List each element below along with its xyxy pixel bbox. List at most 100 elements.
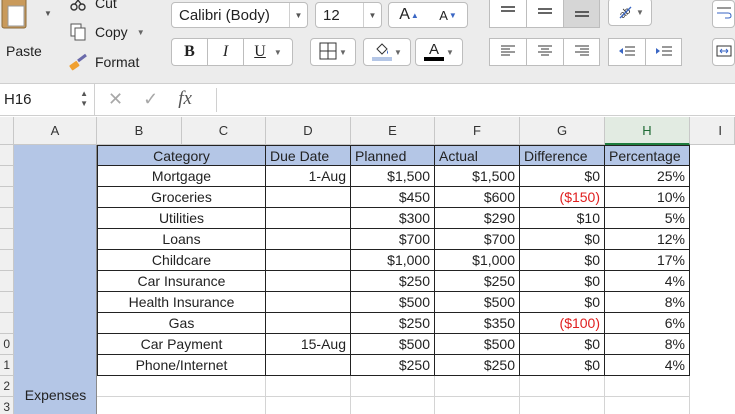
percentage-cell[interactable]: 5% [605, 208, 690, 229]
percentage-cell[interactable]: 4% [605, 355, 690, 376]
header-actual[interactable]: Actual [435, 145, 520, 166]
difference-cell[interactable]: $0 [520, 355, 605, 376]
row-header[interactable] [0, 145, 14, 166]
due-date-cell[interactable]: 1-Aug [266, 166, 351, 187]
difference-cell[interactable]: $0 [520, 250, 605, 271]
due-date-cell[interactable] [266, 271, 351, 292]
empty-cell[interactable] [351, 376, 435, 397]
due-date-cell[interactable] [266, 208, 351, 229]
actual-cell[interactable]: $250 [435, 271, 520, 292]
planned-cell[interactable]: $250 [351, 313, 435, 334]
format-painter-button[interactable]: Format [68, 53, 139, 71]
actual-cell[interactable]: $700 [435, 229, 520, 250]
paste-clipboard-icon[interactable] [0, 0, 30, 36]
italic-button[interactable]: I [207, 38, 243, 66]
decrease-indent-button[interactable] [608, 38, 645, 66]
select-all-corner[interactable] [0, 117, 14, 145]
bold-button[interactable]: B [171, 38, 207, 66]
planned-cell[interactable]: $300 [351, 208, 435, 229]
percentage-cell[interactable]: 6% [605, 313, 690, 334]
category-cell[interactable]: Health Insurance [97, 292, 266, 313]
difference-cell[interactable]: ($150) [520, 187, 605, 208]
column-header-e[interactable]: E [351, 117, 435, 145]
copy-chevron-icon[interactable]: ▼ [137, 28, 145, 37]
planned-cell[interactable]: $250 [351, 355, 435, 376]
font-color-button[interactable]: A ▼ [415, 38, 463, 66]
copy-button[interactable]: Copy ▼ [68, 23, 145, 41]
planned-cell[interactable]: $700 [351, 229, 435, 250]
row-header[interactable] [0, 208, 14, 229]
increase-indent-button[interactable] [645, 38, 682, 66]
due-date-cell[interactable] [266, 292, 351, 313]
category-cell[interactable]: Car Payment [97, 334, 266, 355]
empty-cell[interactable] [435, 397, 520, 414]
row-header[interactable] [0, 250, 14, 271]
due-date-cell[interactable] [266, 250, 351, 271]
orientation-chevron-icon[interactable]: ▼ [636, 8, 644, 17]
column-header-d[interactable]: D [266, 117, 351, 145]
row-header[interactable] [0, 229, 14, 250]
difference-cell[interactable]: $0 [520, 292, 605, 313]
align-bottom-button[interactable] [563, 0, 600, 28]
planned-cell[interactable]: $1,000 [351, 250, 435, 271]
percentage-cell[interactable]: 8% [605, 292, 690, 313]
empty-cell[interactable] [351, 397, 435, 414]
underline-button[interactable]: U ▼ [243, 38, 293, 66]
empty-cell[interactable] [605, 376, 690, 397]
shrink-font-button[interactable]: A ▼ [439, 8, 457, 23]
header-category[interactable]: Category [97, 145, 266, 166]
header-planned[interactable]: Planned [351, 145, 435, 166]
column-header-g[interactable]: G [520, 117, 605, 145]
category-cell[interactable]: Gas [97, 313, 266, 334]
empty-cell[interactable] [266, 397, 351, 414]
category-cell[interactable]: Groceries [97, 187, 266, 208]
name-box-stepper-icon[interactable]: ▲ ▼ [80, 89, 88, 109]
planned-cell[interactable]: $500 [351, 292, 435, 313]
row-header[interactable] [0, 313, 14, 334]
percentage-cell[interactable]: 4% [605, 271, 690, 292]
empty-cell[interactable] [520, 376, 605, 397]
align-right-button[interactable] [563, 38, 600, 66]
category-cell[interactable]: Utilities [97, 208, 266, 229]
difference-cell[interactable]: $0 [520, 229, 605, 250]
insert-function-icon[interactable]: fx [178, 88, 192, 110]
empty-cell[interactable] [97, 397, 266, 414]
empty-cell[interactable] [605, 397, 690, 414]
percentage-cell[interactable]: 12% [605, 229, 690, 250]
actual-cell[interactable]: $250 [435, 355, 520, 376]
percentage-cell[interactable]: 17% [605, 250, 690, 271]
category-cell[interactable]: Loans [97, 229, 266, 250]
percentage-cell[interactable]: 8% [605, 334, 690, 355]
align-middle-button[interactable] [526, 0, 563, 28]
column-header-f[interactable]: F [435, 117, 520, 145]
underline-chevron-icon[interactable]: ▼ [274, 48, 282, 57]
actual-cell[interactable]: $1,000 [435, 250, 520, 271]
column-header-c[interactable]: C [182, 117, 266, 145]
planned-cell[interactable]: $500 [351, 334, 435, 355]
align-center-button[interactable] [526, 38, 563, 66]
name-box[interactable]: H16 ▲ ▼ [0, 84, 95, 115]
actual-cell[interactable]: $290 [435, 208, 520, 229]
actual-cell[interactable]: $350 [435, 313, 520, 334]
column-header-b[interactable]: B [97, 117, 182, 145]
column-header-i[interactable]: I [690, 117, 735, 145]
formula-input[interactable] [216, 88, 735, 112]
borders-button[interactable]: ▼ [310, 38, 356, 66]
fill-color-chevron-icon[interactable]: ▼ [394, 48, 402, 57]
header-difference[interactable]: Difference [520, 145, 605, 166]
orientation-button[interactable]: ab ▼ [608, 0, 652, 26]
due-date-cell[interactable] [266, 229, 351, 250]
percentage-cell[interactable]: 10% [605, 187, 690, 208]
difference-cell[interactable]: $0 [520, 334, 605, 355]
actual-cell[interactable]: $600 [435, 187, 520, 208]
cancel-icon[interactable]: ✕ [108, 89, 123, 110]
grow-font-button[interactable]: A ▲ [399, 6, 419, 24]
empty-cell[interactable] [97, 376, 266, 397]
difference-cell[interactable]: ($100) [520, 313, 605, 334]
column-header-a[interactable]: A [14, 117, 97, 145]
difference-cell[interactable]: $0 [520, 271, 605, 292]
due-date-cell[interactable]: 15-Aug [266, 334, 351, 355]
column-header-h[interactable]: H [605, 117, 690, 145]
confirm-check-icon[interactable]: ✓ [143, 89, 158, 110]
planned-cell[interactable]: $250 [351, 271, 435, 292]
